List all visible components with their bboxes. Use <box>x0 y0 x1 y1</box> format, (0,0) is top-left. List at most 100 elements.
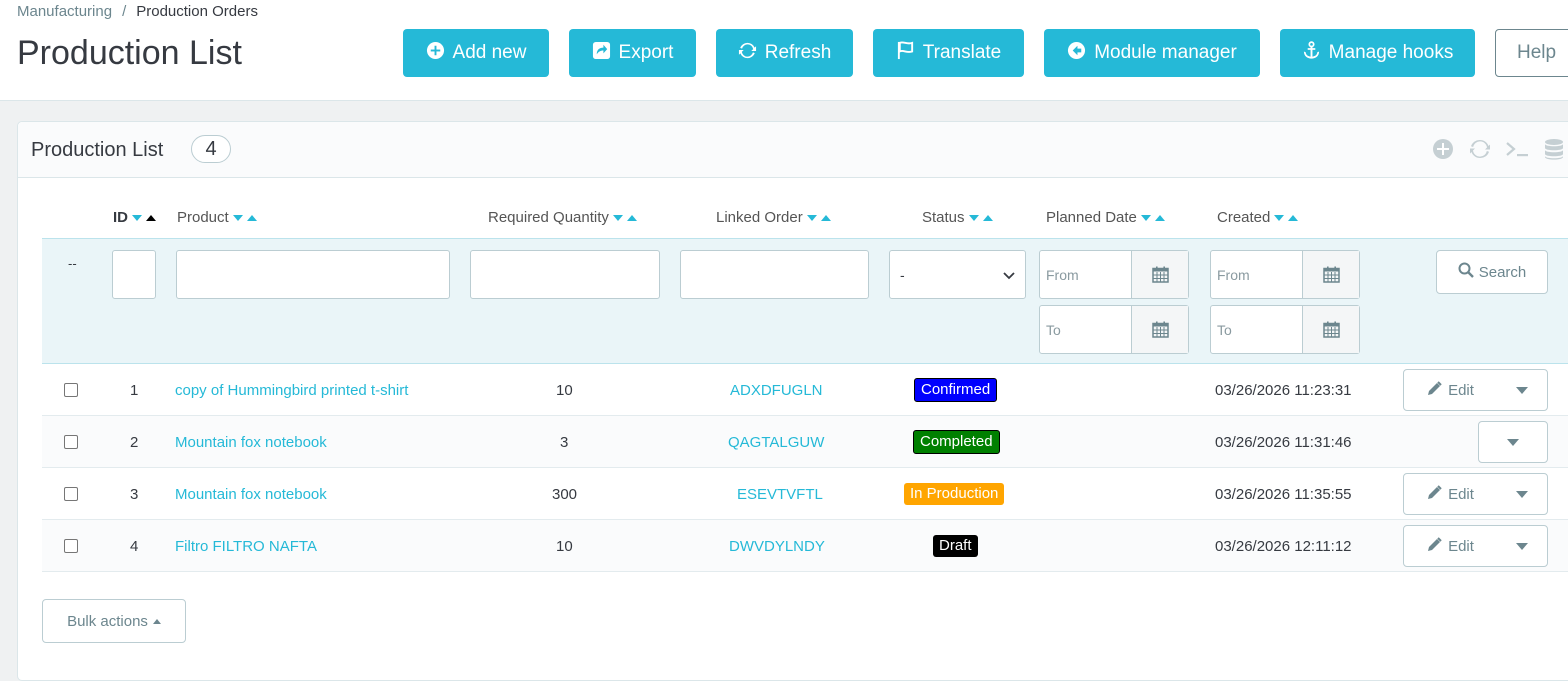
edit-label: Edit <box>1448 537 1474 555</box>
column-header-id: ID <box>113 209 156 226</box>
module-manager-button[interactable]: Module manager <box>1044 29 1260 77</box>
row-product-link[interactable]: Mountain fox notebook <box>175 468 327 520</box>
edit-button[interactable]: Edit <box>1404 474 1497 514</box>
bulk-actions-button[interactable]: Bulk actions <box>42 599 186 643</box>
calendar-icon[interactable] <box>1302 251 1359 298</box>
chevron-down-icon <box>1003 267 1015 283</box>
edit-button[interactable]: Edit <box>1404 370 1497 410</box>
pencil-icon <box>1427 380 1442 400</box>
status-badge: Completed <box>913 430 1000 454</box>
flag-icon <box>896 40 915 66</box>
planned-to-placeholder: To <box>1046 321 1061 338</box>
page-title: Production List <box>17 34 242 72</box>
row-quantity: 3 <box>560 433 569 451</box>
calendar-icon[interactable] <box>1131 251 1188 298</box>
add-circle-icon[interactable] <box>1431 137 1455 161</box>
row-id: 4 <box>130 537 139 555</box>
row-order-link[interactable]: ADXDFUGLN <box>730 364 823 416</box>
add-new-label: Add new <box>452 42 527 63</box>
row-actions-toggle[interactable] <box>1497 474 1547 514</box>
translate-button[interactable]: Translate <box>873 29 1024 77</box>
filter-id-input[interactable] <box>112 250 156 299</box>
page-header: Manufacturing / Production Orders Producti… <box>0 0 1568 101</box>
sort-desc-icon[interactable] <box>1140 214 1151 221</box>
search-button[interactable]: Search <box>1436 250 1548 294</box>
column-header-status: Status <box>922 209 993 226</box>
row-actions-toggle[interactable] <box>1497 370 1547 410</box>
calendar-icon[interactable] <box>1302 306 1359 353</box>
filter-product-input[interactable] <box>176 250 450 299</box>
planned-from-placeholder: From <box>1046 266 1079 283</box>
row-created: 03/26/2026 11:23:31 <box>1215 381 1352 399</box>
caret-up-icon <box>152 618 161 624</box>
search-icon <box>1458 262 1474 282</box>
sort-asc-icon[interactable] <box>246 214 257 221</box>
row-checkbox[interactable] <box>64 383 78 397</box>
sort-desc-icon[interactable] <box>612 214 623 221</box>
calendar-icon[interactable] <box>1131 306 1188 353</box>
row-checkbox[interactable] <box>64 487 78 501</box>
row-actions-toggle[interactable] <box>1497 526 1547 566</box>
export-button[interactable]: Export <box>569 29 696 77</box>
refresh-list-icon[interactable] <box>1468 137 1492 161</box>
row-id: 1 <box>130 381 139 399</box>
filter-row: -- - From To From To Search <box>42 238 1568 364</box>
breadcrumb: Manufacturing / Production Orders <box>17 3 258 20</box>
sort-asc-icon[interactable] <box>1154 214 1165 221</box>
column-header-linked-order: Linked Order <box>716 209 831 226</box>
sort-desc-icon[interactable] <box>968 214 979 221</box>
status-badge: Draft <box>933 535 978 557</box>
row-checkbox[interactable] <box>64 435 78 449</box>
row-order-link[interactable]: DWVDYLNDY <box>729 520 825 572</box>
column-header-required-quantity: Required Quantity <box>488 209 637 226</box>
breadcrumb-parent[interactable]: Manufacturing <box>17 3 112 20</box>
edit-label: Edit <box>1448 381 1474 399</box>
breadcrumb-separator: / <box>122 3 127 20</box>
row-order-link[interactable]: ESEVTVFTL <box>737 468 823 520</box>
planned-date-from[interactable]: From <box>1039 250 1189 299</box>
sort-desc-icon[interactable] <box>132 214 142 221</box>
sort-asc-icon[interactable] <box>626 214 637 221</box>
status-badge: In Production <box>904 483 1005 505</box>
panel-header: Production List 4 <box>18 122 1568 178</box>
row-product-link[interactable]: copy of Hummingbird printed t-shirt <box>175 364 408 416</box>
module-manager-label: Module manager <box>1094 42 1237 63</box>
anchor-icon <box>1302 40 1321 66</box>
table-row: 3 Mountain fox notebook 300 ESEVTVFTL In… <box>42 468 1568 520</box>
row-product-link[interactable]: Filtro FILTRO NAFTA <box>175 520 317 572</box>
filter-order-input[interactable] <box>680 250 869 299</box>
row-quantity: 10 <box>556 381 573 399</box>
sort-asc-icon[interactable] <box>1288 214 1299 221</box>
edit-label: Edit <box>1448 485 1474 503</box>
column-label-status: Status <box>922 209 965 226</box>
terminal-icon[interactable] <box>1505 137 1531 161</box>
pencil-icon <box>1427 536 1442 556</box>
filter-status-select[interactable]: - <box>889 250 1026 299</box>
sort-desc-icon[interactable] <box>1274 214 1285 221</box>
status-badge: Confirmed <box>914 378 998 402</box>
edit-button-group: Edit <box>1403 473 1548 515</box>
row-id: 2 <box>130 433 139 451</box>
refresh-button[interactable]: Refresh <box>716 29 853 77</box>
database-icon[interactable] <box>1542 137 1566 161</box>
row-actions-toggle[interactable] <box>1478 421 1548 463</box>
export-label: Export <box>618 42 674 63</box>
sort-desc-icon[interactable] <box>806 214 817 221</box>
sort-desc-icon[interactable] <box>232 214 243 221</box>
created-date-to[interactable]: To <box>1210 305 1360 354</box>
help-button[interactable]: Help <box>1495 29 1568 77</box>
manage-hooks-button[interactable]: Manage hooks <box>1280 29 1475 77</box>
row-checkbox[interactable] <box>64 539 78 553</box>
created-to-placeholder: To <box>1217 321 1232 338</box>
sort-asc-icon[interactable] <box>146 214 156 221</box>
sort-asc-icon[interactable] <box>820 214 831 221</box>
edit-button[interactable]: Edit <box>1404 526 1497 566</box>
filter-quantity-input[interactable] <box>470 250 660 299</box>
planned-date-to[interactable]: To <box>1039 305 1189 354</box>
created-date-from[interactable]: From <box>1210 250 1360 299</box>
row-order-link[interactable]: QAGTALGUW <box>728 416 824 468</box>
add-new-button[interactable]: Add new <box>403 29 549 77</box>
sort-asc-icon[interactable] <box>982 214 993 221</box>
pencil-icon <box>1427 484 1442 504</box>
row-product-link[interactable]: Mountain fox notebook <box>175 416 327 468</box>
